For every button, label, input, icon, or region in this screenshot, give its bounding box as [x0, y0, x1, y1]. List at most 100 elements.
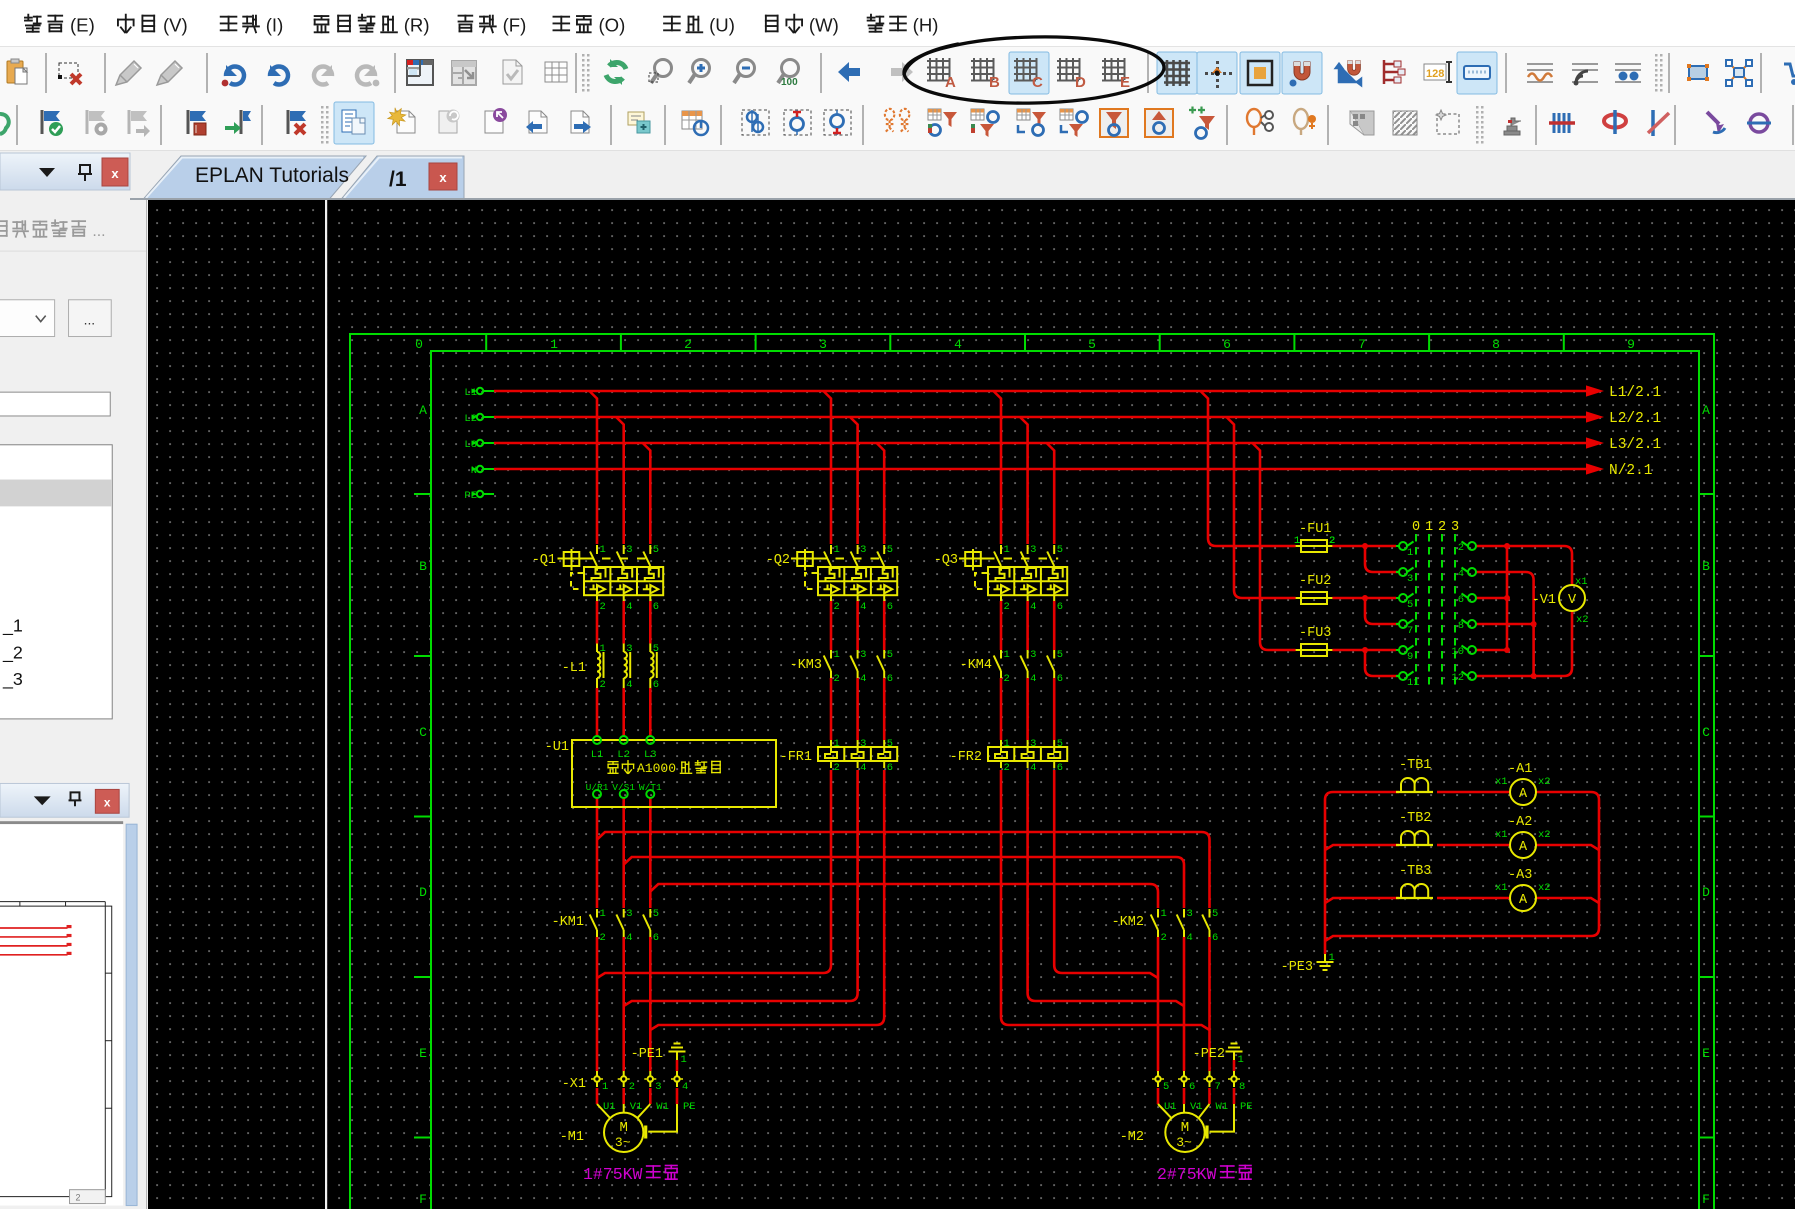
svg-text:6: 6: [1057, 762, 1063, 774]
svg-text:4: 4: [954, 337, 962, 352]
svg-text:-PE3: -PE3: [1281, 960, 1313, 975]
svg-text:2: 2: [75, 1193, 80, 1203]
svg-text:8: 8: [1458, 620, 1464, 632]
svg-text:5: 5: [887, 544, 893, 556]
svg-text:(U): (U): [709, 14, 735, 35]
svg-text:3: 3: [1030, 738, 1036, 750]
svg-text:5: 5: [1057, 544, 1063, 556]
svg-text:E: E: [419, 1046, 427, 1061]
svg-text:3: 3: [626, 544, 632, 556]
svg-text:F: F: [1702, 1192, 1710, 1207]
svg-text:2: 2: [629, 1081, 635, 1093]
svg-text:V1: V1: [1190, 1101, 1203, 1113]
svg-text:1: 1: [1425, 520, 1433, 535]
svg-text:2: 2: [834, 601, 840, 613]
svg-text:6: 6: [1057, 673, 1063, 685]
svg-text:F: F: [419, 1192, 427, 1207]
svg-text:1: 1: [600, 908, 606, 920]
svg-text:A: A: [1519, 840, 1528, 855]
svg-text:D: D: [419, 885, 427, 900]
svg-text:5: 5: [887, 649, 893, 661]
svg-text:12: 12: [1451, 672, 1464, 684]
svg-text:6: 6: [653, 679, 659, 691]
svg-text:PE: PE: [683, 1101, 696, 1113]
svg-text:V1: V1: [630, 1101, 643, 1113]
svg-text:(W): (W): [809, 14, 839, 35]
svg-text:2: 2: [834, 673, 840, 685]
svg-text:B: B: [419, 559, 427, 574]
svg-text:L2: L2: [617, 749, 630, 761]
svg-text:-KM2: -KM2: [1112, 915, 1144, 930]
svg-text:2: 2: [684, 337, 692, 352]
svg-text:3: 3: [1407, 573, 1413, 585]
svg-text:x2: x2: [1576, 614, 1589, 626]
svg-text:N: N: [471, 465, 477, 477]
svg-text:_1: _1: [2, 616, 23, 637]
svg-text:L3: L3: [464, 439, 477, 451]
svg-text:6: 6: [1458, 594, 1464, 606]
svg-text:1: 1: [681, 1054, 687, 1066]
svg-text:100: 100: [781, 77, 798, 88]
svg-text:6: 6: [887, 601, 893, 613]
svg-text:-KM1: -KM1: [552, 915, 584, 930]
svg-text:x2: x2: [1538, 776, 1551, 788]
svg-text:A: A: [419, 403, 427, 418]
svg-text:(F): (F): [503, 14, 527, 35]
svg-text:8: 8: [1239, 1081, 1245, 1093]
svg-text:3: 3: [626, 643, 632, 655]
svg-text:-X1: -X1: [562, 1077, 586, 1092]
svg-text:-FU2: -FU2: [1299, 574, 1331, 589]
svg-text:6: 6: [1189, 1081, 1195, 1093]
svg-text:x2: x2: [1538, 882, 1551, 894]
svg-text:-Q3: -Q3: [934, 553, 958, 568]
svg-text:-A1: -A1: [1508, 762, 1532, 777]
svg-text:x: x: [104, 795, 111, 809]
svg-text:-FR1: -FR1: [780, 750, 812, 765]
svg-text:6: 6: [1057, 601, 1063, 613]
svg-text:1: 1: [834, 649, 840, 661]
svg-text:L2/2.1: L2/2.1: [1609, 411, 1661, 427]
svg-text:5: 5: [1407, 599, 1413, 611]
svg-text:5: 5: [653, 643, 659, 655]
svg-text:W1: W1: [1216, 1101, 1229, 1113]
svg-text:C: C: [419, 725, 427, 740]
svg-text:-FR2: -FR2: [950, 750, 982, 765]
svg-text:-FU1: -FU1: [1299, 522, 1331, 537]
svg-text:10: 10: [1451, 646, 1464, 658]
svg-text:A1000: A1000: [637, 761, 676, 776]
svg-text:1: 1: [1004, 544, 1010, 556]
svg-text:-A2: -A2: [1508, 815, 1532, 830]
svg-text:3: 3: [860, 649, 866, 661]
svg-text:N/2.1: N/2.1: [1609, 463, 1653, 479]
svg-text:/1: /1: [389, 168, 407, 191]
svg-text:M: M: [1181, 1120, 1189, 1136]
svg-text:x1: x1: [1575, 576, 1588, 588]
svg-text:-TB2: -TB2: [1399, 811, 1431, 826]
svg-text:1: 1: [834, 738, 840, 750]
svg-text:W/T1: W/T1: [639, 782, 662, 793]
svg-text:x: x: [439, 170, 447, 185]
svg-text:2#75KW: 2#75KW: [1157, 1165, 1217, 1184]
svg-text:-L1: -L1: [562, 661, 586, 676]
svg-text:L3/2.1: L3/2.1: [1609, 437, 1661, 453]
svg-text:L1: L1: [591, 749, 604, 761]
svg-text:C: C: [1702, 725, 1710, 740]
svg-text:1: 1: [1161, 908, 1167, 920]
svg-text:3: 3: [819, 337, 827, 352]
svg-text:B: B: [1702, 559, 1710, 574]
svg-text:2: 2: [600, 932, 606, 944]
svg-text:A: A: [1702, 403, 1710, 418]
svg-text:x: x: [111, 166, 119, 181]
svg-text:5: 5: [1057, 738, 1063, 750]
svg-text:128: 128: [1426, 68, 1444, 80]
svg-text:2: 2: [600, 601, 606, 613]
svg-text:5: 5: [1057, 649, 1063, 661]
svg-text:D: D: [1702, 885, 1710, 900]
svg-text:6: 6: [653, 932, 659, 944]
svg-text:5: 5: [887, 738, 893, 750]
svg-text:V: V: [1568, 593, 1577, 608]
svg-text:...: ...: [92, 223, 105, 240]
svg-text:1: 1: [600, 544, 606, 556]
svg-text:6: 6: [1212, 932, 1218, 944]
svg-text:2: 2: [1004, 601, 1010, 613]
